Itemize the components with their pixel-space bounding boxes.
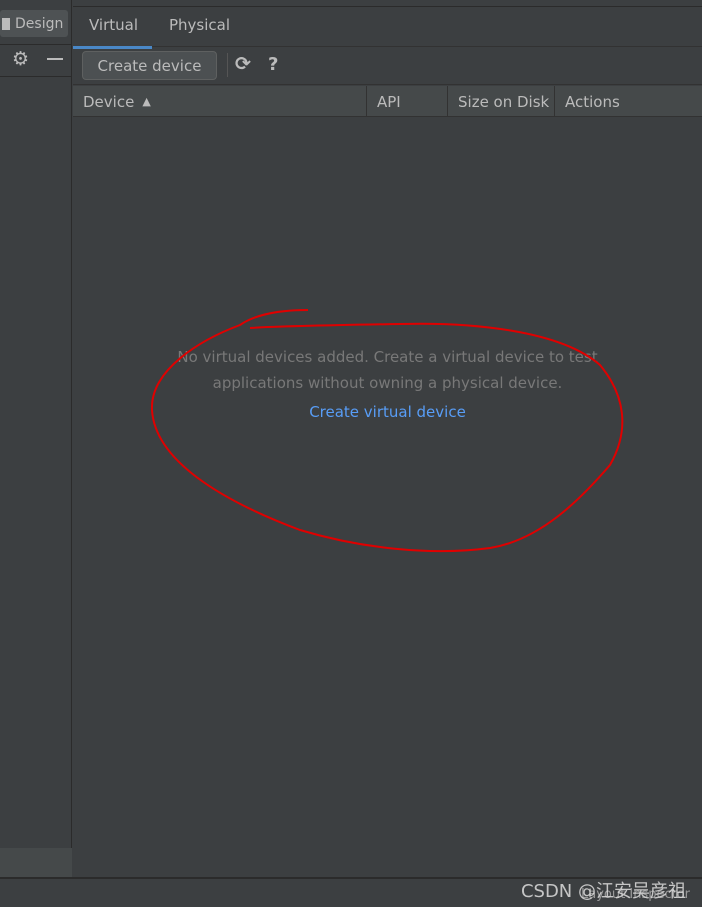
column-actions[interactable]: Actions xyxy=(555,86,702,117)
tab-physical[interactable]: Physical xyxy=(169,16,230,34)
empty-state: No virtual devices added. Create a virtu… xyxy=(73,344,702,425)
sort-ascending-icon: ▲ xyxy=(142,95,151,108)
left-panel: Design ⚙ xyxy=(0,0,72,877)
create-device-button[interactable]: Create device xyxy=(82,51,217,80)
gear-icon[interactable]: ⚙ xyxy=(12,48,29,70)
device-manager: Virtual Physical Create device ⟳ ? Devic… xyxy=(73,0,702,877)
left-bottom-bar xyxy=(0,848,72,877)
empty-message-line1: No virtual devices added. Create a virtu… xyxy=(177,348,598,366)
design-icon xyxy=(2,17,10,30)
tab-bar: Virtual Physical xyxy=(73,7,702,49)
column-api[interactable]: API xyxy=(367,86,448,117)
divider xyxy=(0,44,72,45)
minimize-icon[interactable] xyxy=(47,58,63,60)
help-icon[interactable]: ? xyxy=(268,54,278,75)
refresh-icon[interactable]: ⟳ xyxy=(235,53,251,75)
column-size-on-disk[interactable]: Size on Disk xyxy=(448,86,555,117)
toolbar-separator xyxy=(227,53,228,77)
create-virtual-device-link[interactable]: Create virtual device xyxy=(309,399,466,425)
watermark: CSDN @江安吴彦祖 xyxy=(520,881,686,902)
column-device[interactable]: Device ▲ xyxy=(73,86,367,117)
divider xyxy=(0,76,72,77)
empty-message-line2: applications without owning a physical d… xyxy=(212,374,563,392)
toolbar: Create device ⟳ ? xyxy=(73,47,702,85)
tab-virtual[interactable]: Virtual xyxy=(73,16,152,49)
design-button[interactable]: Design xyxy=(0,10,68,37)
status-bar: Layout Inspector CSDN @江安吴彦祖 xyxy=(0,877,702,907)
table-header: Device ▲ API Size on Disk Actions xyxy=(73,86,702,117)
